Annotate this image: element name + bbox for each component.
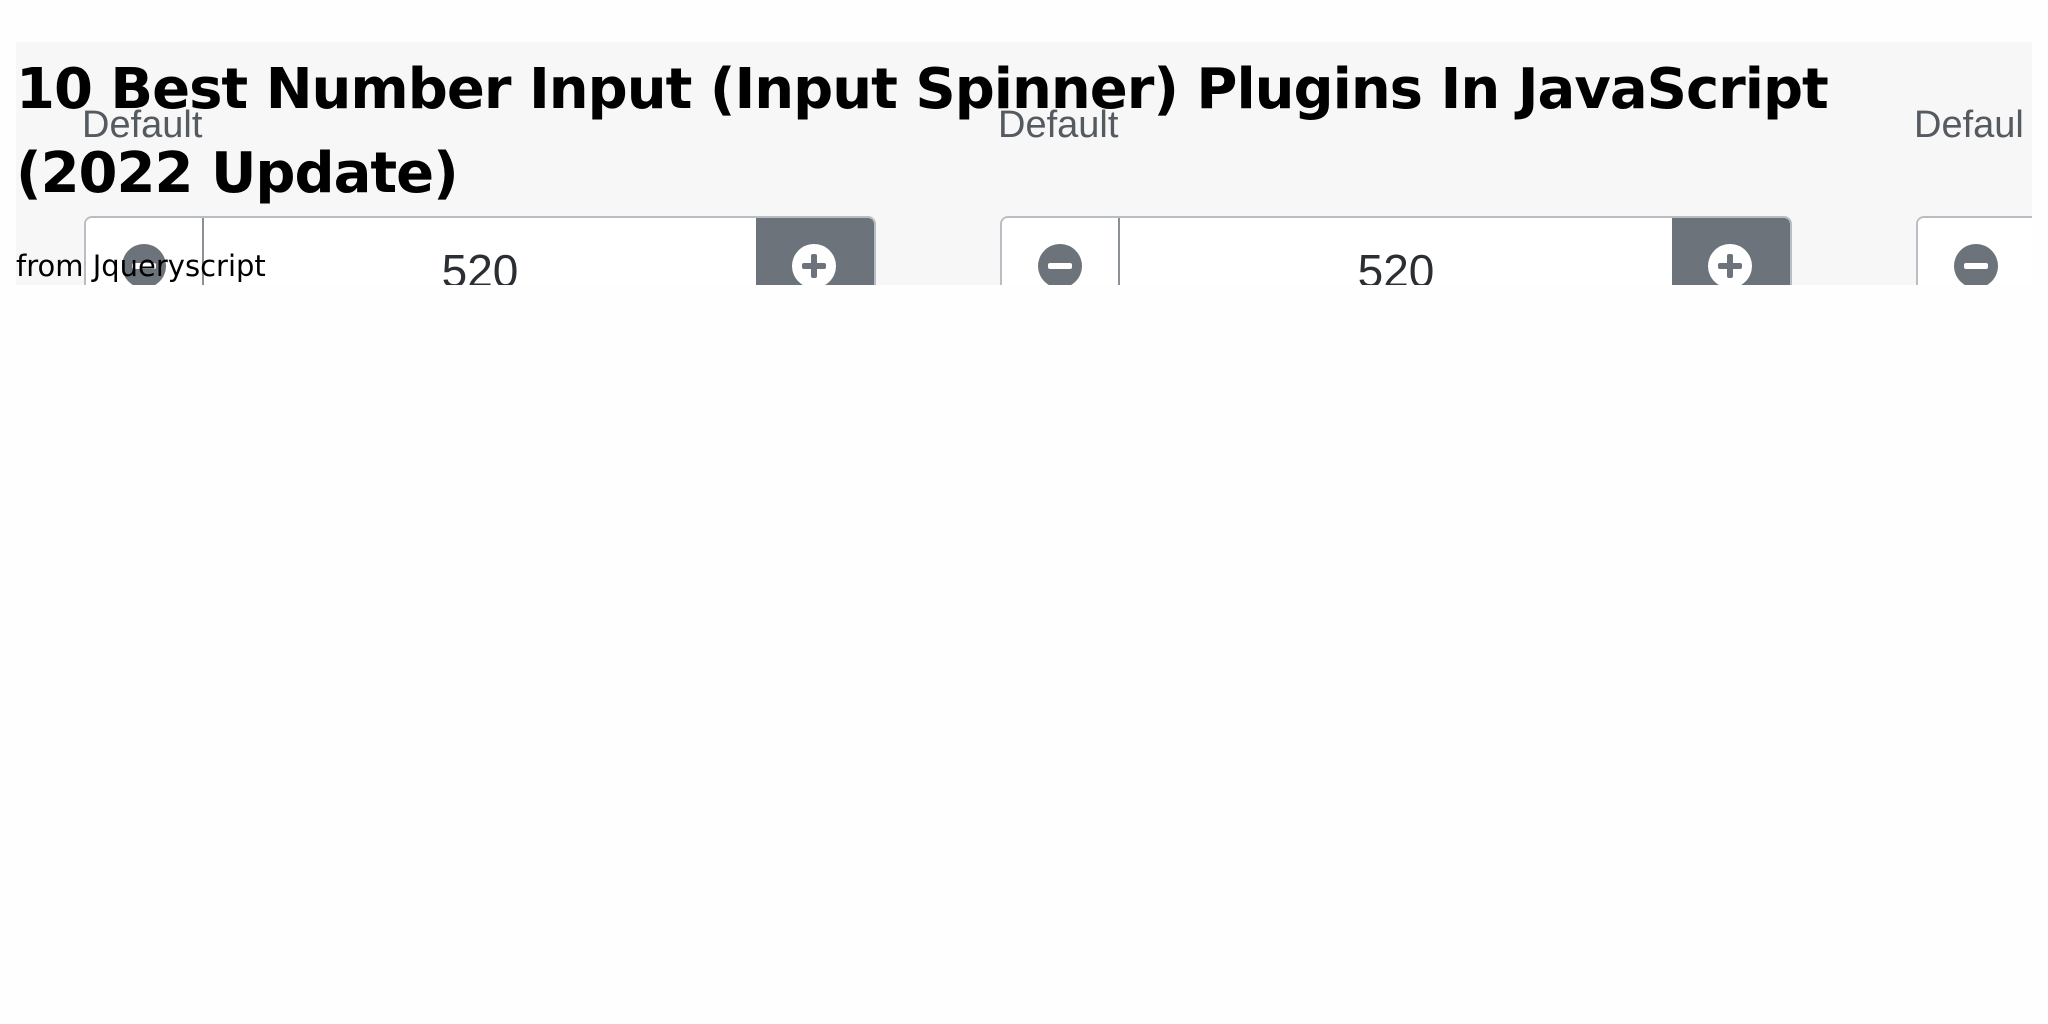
article-source: from Jqueryscript — [16, 249, 266, 283]
minus-circle-icon — [1954, 244, 1998, 285]
page: Default 520 Default 520 Defaul 10 Best N… — [0, 0, 2048, 1024]
plus-circle-icon — [792, 244, 836, 285]
increment-button — [1672, 218, 1790, 285]
spinner-demo-3: Defaul — [1914, 42, 2032, 285]
number-spinner: 520 — [1000, 216, 1792, 285]
plus-circle-icon — [1708, 244, 1752, 285]
decrement-button — [1918, 218, 2032, 285]
spinner-value: 520 — [441, 245, 519, 285]
increment-button — [756, 218, 874, 285]
number-spinner — [1916, 216, 2032, 285]
demo-label: Defaul — [1914, 104, 2024, 146]
article-title[interactable]: 10 Best Number Input (Input Spinner) Plu… — [16, 48, 1896, 216]
minus-circle-icon — [1038, 244, 1082, 285]
decrement-button — [1002, 218, 1120, 285]
spinner-value: 520 — [1357, 245, 1435, 285]
